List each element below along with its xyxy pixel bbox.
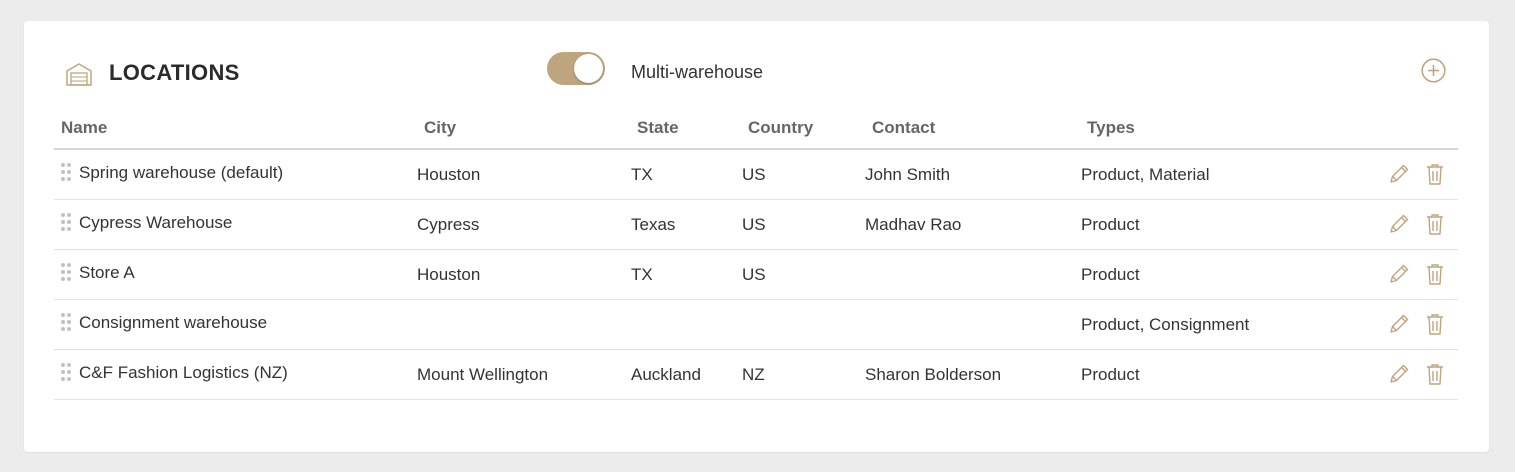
location-contact: Sharon Bolderson	[865, 365, 1002, 384]
location-name: Store A	[79, 263, 135, 282]
location-country: NZ	[742, 365, 765, 384]
location-city: Cypress	[417, 215, 480, 234]
location-city: Houston	[417, 165, 481, 184]
drag-handle-icon[interactable]	[61, 363, 71, 383]
drag-handle-icon[interactable]	[61, 163, 71, 183]
toggle-knob	[574, 54, 603, 83]
location-types: Product	[1081, 365, 1140, 384]
edit-pencil-icon[interactable]	[1387, 362, 1411, 386]
drag-handle-icon[interactable]	[61, 213, 71, 233]
column-header-contact[interactable]: Contact	[872, 118, 935, 138]
table-row[interactable]: Store A Houston TX US Product	[54, 250, 1458, 300]
location-types: Product, Material	[1081, 165, 1210, 184]
table-row[interactable]: Spring warehouse (default) Houston TX US…	[54, 150, 1458, 200]
table-row[interactable]: Consignment warehouse Product, Consignme…	[54, 300, 1458, 350]
location-types: Product	[1081, 265, 1140, 284]
warehouse-icon	[66, 63, 92, 86]
delete-trash-icon[interactable]	[1423, 212, 1447, 236]
table-row[interactable]: Cypress Warehouse Cypress Texas US Madha…	[54, 200, 1458, 250]
location-city: Houston	[417, 265, 481, 284]
drag-handle-icon[interactable]	[61, 263, 71, 283]
column-header-city[interactable]: City	[424, 118, 456, 138]
location-name: Consignment warehouse	[79, 313, 268, 332]
location-state: Texas	[631, 215, 676, 234]
location-city: Mount Wellington	[417, 365, 549, 384]
multi-warehouse-label: Multi-warehouse	[631, 62, 764, 82]
delete-trash-icon[interactable]	[1423, 262, 1447, 286]
location-types: Product, Consignment	[1081, 315, 1250, 334]
location-country: US	[742, 215, 766, 234]
location-country: US	[742, 265, 766, 284]
multi-warehouse-toggle[interactable]	[547, 52, 605, 85]
edit-pencil-icon[interactable]	[1387, 312, 1411, 336]
column-header-country[interactable]: Country	[748, 118, 813, 138]
location-contact: Madhav Rao	[865, 215, 962, 234]
delete-trash-icon[interactable]	[1423, 362, 1447, 386]
location-name: Cypress Warehouse	[79, 213, 233, 232]
table-header: Name City State Country Contact Types	[54, 118, 1458, 150]
delete-trash-icon[interactable]	[1423, 312, 1447, 336]
location-state: TX	[631, 165, 653, 184]
add-location-button[interactable]	[1421, 58, 1446, 83]
table-row[interactable]: C&F Fashion Logistics (NZ) Mount Welling…	[54, 350, 1458, 400]
location-contact: John Smith	[865, 165, 951, 184]
edit-pencil-icon[interactable]	[1387, 162, 1411, 186]
page-title: LOCATIONS	[109, 60, 240, 85]
drag-handle-icon[interactable]	[61, 313, 71, 333]
location-state: Auckland	[631, 365, 701, 384]
edit-pencil-icon[interactable]	[1387, 212, 1411, 236]
location-name: C&F Fashion Logistics (NZ)	[79, 363, 288, 382]
column-header-types[interactable]: Types	[1087, 118, 1135, 138]
location-country: US	[742, 165, 766, 184]
column-header-name[interactable]: Name	[61, 118, 107, 138]
edit-pencil-icon[interactable]	[1387, 262, 1411, 286]
location-state: TX	[631, 265, 653, 284]
delete-trash-icon[interactable]	[1423, 162, 1447, 186]
location-types: Product	[1081, 215, 1140, 234]
location-name: Spring warehouse (default)	[79, 163, 284, 182]
column-header-state[interactable]: State	[637, 118, 679, 138]
